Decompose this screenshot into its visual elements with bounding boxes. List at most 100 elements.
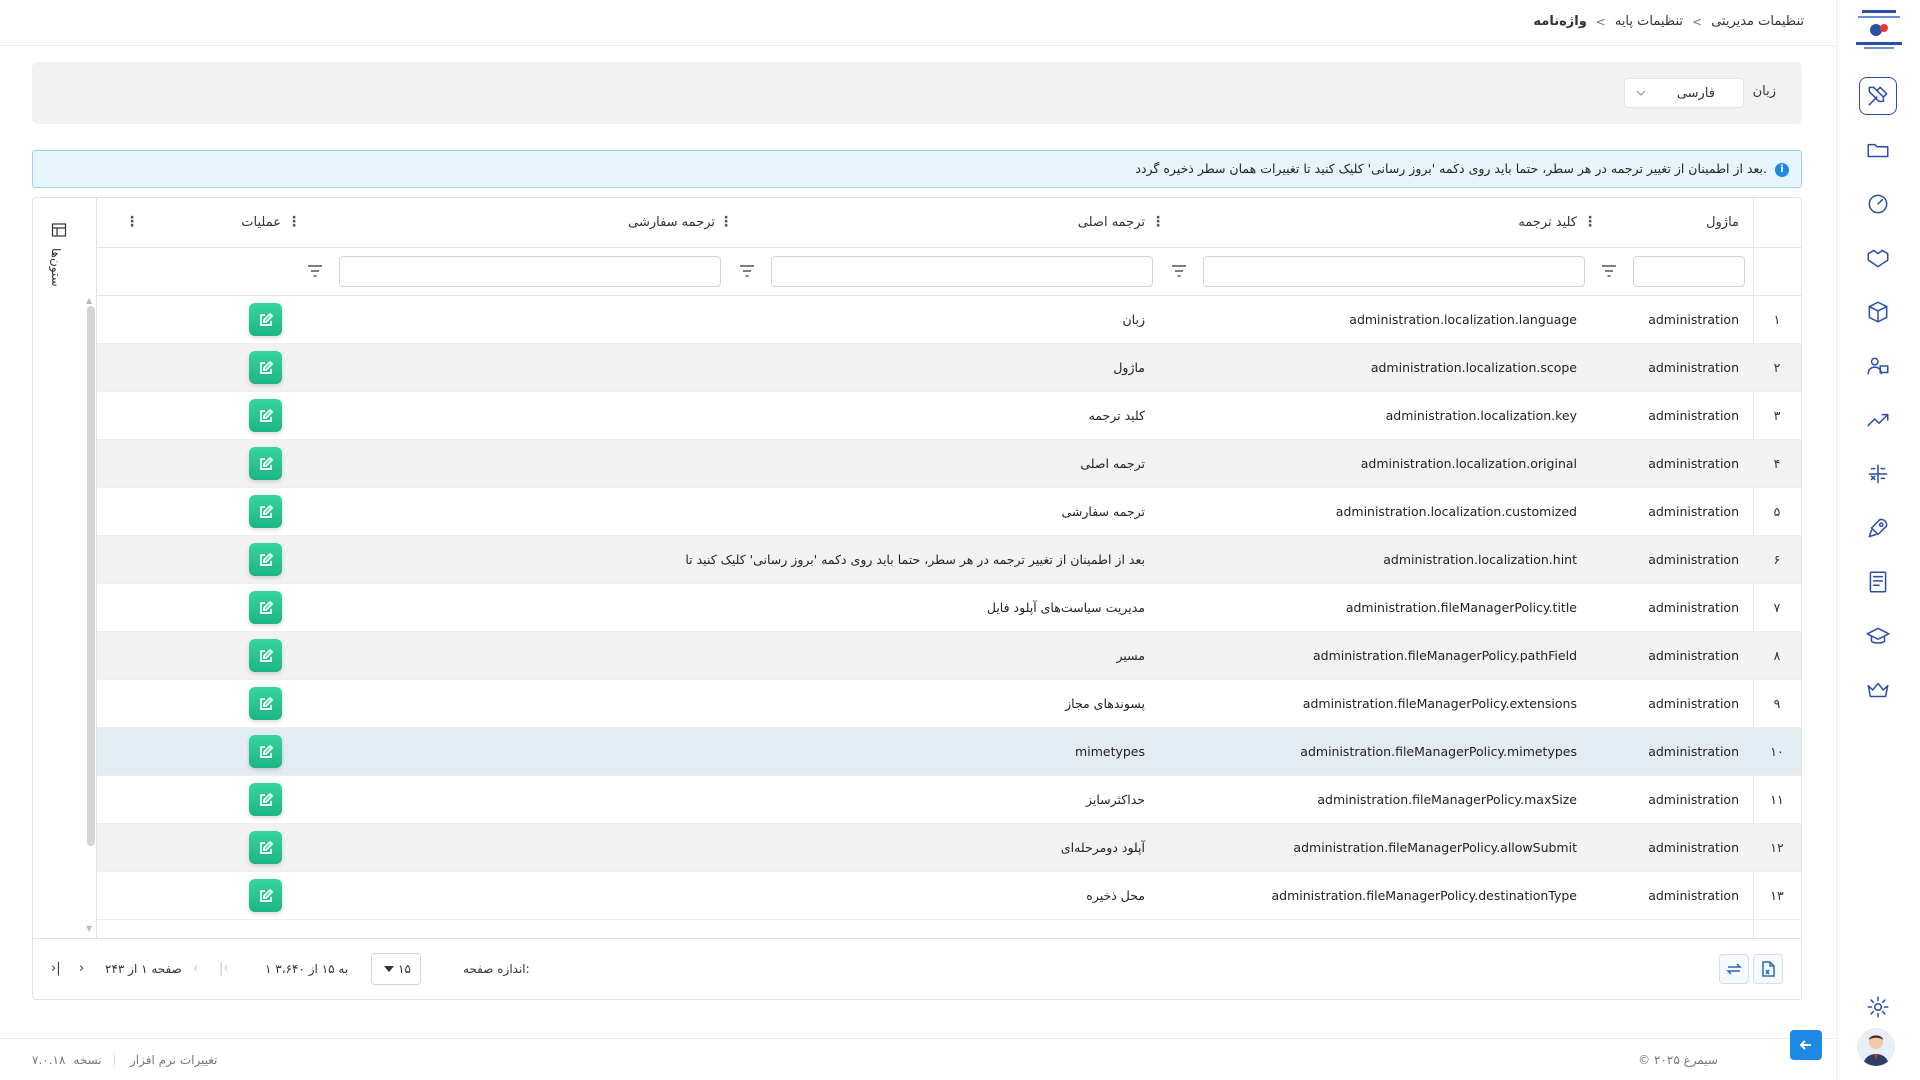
scroll-down-arrow-icon[interactable]: ▼ — [86, 924, 92, 933]
calculator-icon[interactable] — [1859, 455, 1897, 493]
original-translation-cell: آپلود دومرحله‌ای — [1060, 840, 1145, 855]
table-row[interactable]: administration administration.fileManager… — [97, 776, 1753, 824]
module-filter-input[interactable] — [1633, 256, 1745, 287]
filter-icon[interactable] — [1601, 264, 1617, 278]
translation-key-cell: administration.localization.hint — [1383, 552, 1577, 567]
dashboard-gauge-icon[interactable] — [1859, 185, 1897, 223]
column-header-module[interactable]: ماژول — [1706, 215, 1739, 230]
original-translation-cell: کلید ترجمه — [1088, 408, 1145, 423]
table-row[interactable]: administration administration.localizatio… — [97, 536, 1753, 584]
version-label: نسخه — [73, 1053, 102, 1067]
previous-page-icon[interactable]: ‹ — [193, 961, 198, 976]
table-row[interactable]: administration administration.fileManager… — [97, 632, 1753, 680]
table-row[interactable]: administration administration.fileManager… — [97, 824, 1753, 872]
edit-row-button[interactable] — [249, 351, 282, 384]
original-translation-cell: mimetypes — [1075, 744, 1145, 759]
filter-icon[interactable] — [1171, 264, 1187, 278]
module-cell: administration — [1648, 456, 1739, 471]
table-row[interactable]: administration administration.localizatio… — [97, 296, 1753, 344]
original-filter-input[interactable] — [771, 256, 1153, 287]
info-hint-banner: i بعد از اطمینان از تغییر ترجمه در هر سط… — [32, 150, 1802, 188]
graduation-cap-icon[interactable] — [1859, 617, 1897, 655]
columns-panel-label[interactable]: ستون‌ها — [49, 248, 63, 287]
column-header-original[interactable]: ترجمه اصلی — [1078, 215, 1145, 230]
table-row[interactable]: administration administration.fileManager… — [97, 728, 1753, 776]
column-header-key[interactable]: کلید ترجمه — [1518, 215, 1577, 230]
edit-row-button[interactable] — [249, 639, 282, 672]
filter-icon[interactable] — [739, 264, 755, 278]
edit-row-button[interactable] — [249, 687, 282, 720]
custom-filter-input[interactable] — [339, 256, 721, 287]
table-row[interactable]: administration administration.fileManager… — [97, 584, 1753, 632]
edit-row-button[interactable] — [249, 735, 282, 768]
column-header-custom[interactable]: ترجمه سفارشی — [628, 215, 715, 230]
collapse-sidebar-button[interactable] — [1790, 1030, 1822, 1060]
changelog-link[interactable]: تغییرات نرم افزار — [130, 1053, 217, 1067]
book-icon[interactable] — [1859, 563, 1897, 601]
users-icon[interactable] — [1859, 347, 1897, 385]
chevron-left-icon: < — [1595, 14, 1606, 29]
edit-row-button[interactable] — [249, 879, 282, 912]
column-menu-icon[interactable]: ⋮ — [1151, 214, 1165, 230]
version-number: ۷.۰.۱۸ — [32, 1053, 66, 1067]
module-cell: administration — [1648, 360, 1739, 375]
chevron-down-icon — [1636, 90, 1646, 96]
language-select-value: فارسی — [1676, 86, 1715, 101]
breadcrumb-item-base-settings[interactable]: تنظیمات پایه — [1615, 14, 1683, 29]
tools-icon[interactable] — [1859, 77, 1897, 115]
table-columns-icon[interactable] — [51, 222, 67, 238]
grid-filter-row — [97, 248, 1801, 296]
grid-header-row: ماژول ⋮ کلید ترجمه ⋮ ترجمه اصلی ⋮ ترجمه … — [97, 198, 1801, 248]
user-avatar[interactable] — [1857, 1028, 1895, 1066]
row-number: ۶ — [1753, 536, 1801, 584]
settings-gear-icon[interactable] — [1859, 988, 1897, 1026]
edit-row-button[interactable] — [249, 399, 282, 432]
app-logo[interactable] — [1854, 8, 1904, 52]
column-menu-icon[interactable]: ⋮ — [287, 214, 301, 230]
table-row[interactable]: administration administration.fileManager… — [97, 872, 1753, 920]
edit-row-button[interactable] — [249, 303, 282, 336]
edit-row-button[interactable] — [249, 543, 282, 576]
filter-icon[interactable] — [307, 264, 323, 278]
breadcrumb-item-admin-settings[interactable]: تنظیمات مدیریتی — [1711, 14, 1804, 29]
refresh-icon — [1726, 963, 1742, 975]
column-menu-icon[interactable]: ⋮ — [719, 214, 733, 230]
export-excel-button[interactable] — [1753, 954, 1783, 984]
original-translation-cell: محل ذخیره — [1086, 888, 1145, 903]
columns-side-panel[interactable]: ستون‌ها ▲ ▼ — [33, 198, 97, 938]
table-row[interactable]: administration administration.fileManager… — [97, 680, 1753, 728]
boxes-icon[interactable] — [1859, 293, 1897, 331]
folder-icon[interactable] — [1859, 131, 1897, 169]
original-translation-cell: بعد از اطمینان از تغییر ترجمه در هر سطر،… — [685, 552, 1145, 567]
vertical-scrollbar[interactable] — [87, 306, 95, 846]
refresh-button[interactable] — [1719, 954, 1749, 984]
grid-body: administration administration.localizatio… — [97, 296, 1753, 936]
next-page-icon[interactable]: › — [79, 961, 84, 976]
language-select[interactable]: فارسی — [1624, 78, 1744, 108]
edit-row-button[interactable] — [249, 783, 282, 816]
crown-icon[interactable] — [1859, 671, 1897, 709]
last-page-icon[interactable]: ›| — [51, 961, 61, 976]
column-menu-icon[interactable]: ⋮ — [1583, 214, 1597, 230]
page-size-select[interactable]: ۱۵ — [371, 953, 421, 985]
edit-row-button[interactable] — [249, 591, 282, 624]
table-row[interactable]: administration administration.localizatio… — [97, 440, 1753, 488]
table-row[interactable]: administration administration.localizatio… — [97, 392, 1753, 440]
edit-row-button[interactable] — [249, 831, 282, 864]
table-row[interactable]: administration administration.localizatio… — [97, 344, 1753, 392]
column-header-actions[interactable]: عملیات — [241, 215, 281, 230]
key-filter-input[interactable] — [1203, 256, 1585, 287]
edit-icon — [259, 312, 273, 326]
growth-chart-icon[interactable] — [1859, 401, 1897, 439]
edit-row-button[interactable] — [249, 447, 282, 480]
edit-row-button[interactable] — [249, 495, 282, 528]
first-page-icon[interactable]: |‹ — [219, 961, 229, 976]
edit-icon — [259, 792, 273, 806]
original-translation-cell: مسیر — [1116, 648, 1145, 663]
scroll-up-arrow-icon[interactable]: ▲ — [86, 296, 92, 305]
table-row[interactable]: administration administration.localizatio… — [97, 488, 1753, 536]
module-cell: administration — [1648, 552, 1739, 567]
column-menu-icon[interactable]: ⋮ — [125, 214, 139, 230]
rocket-icon[interactable] — [1859, 509, 1897, 547]
handshake-icon[interactable] — [1859, 239, 1897, 277]
